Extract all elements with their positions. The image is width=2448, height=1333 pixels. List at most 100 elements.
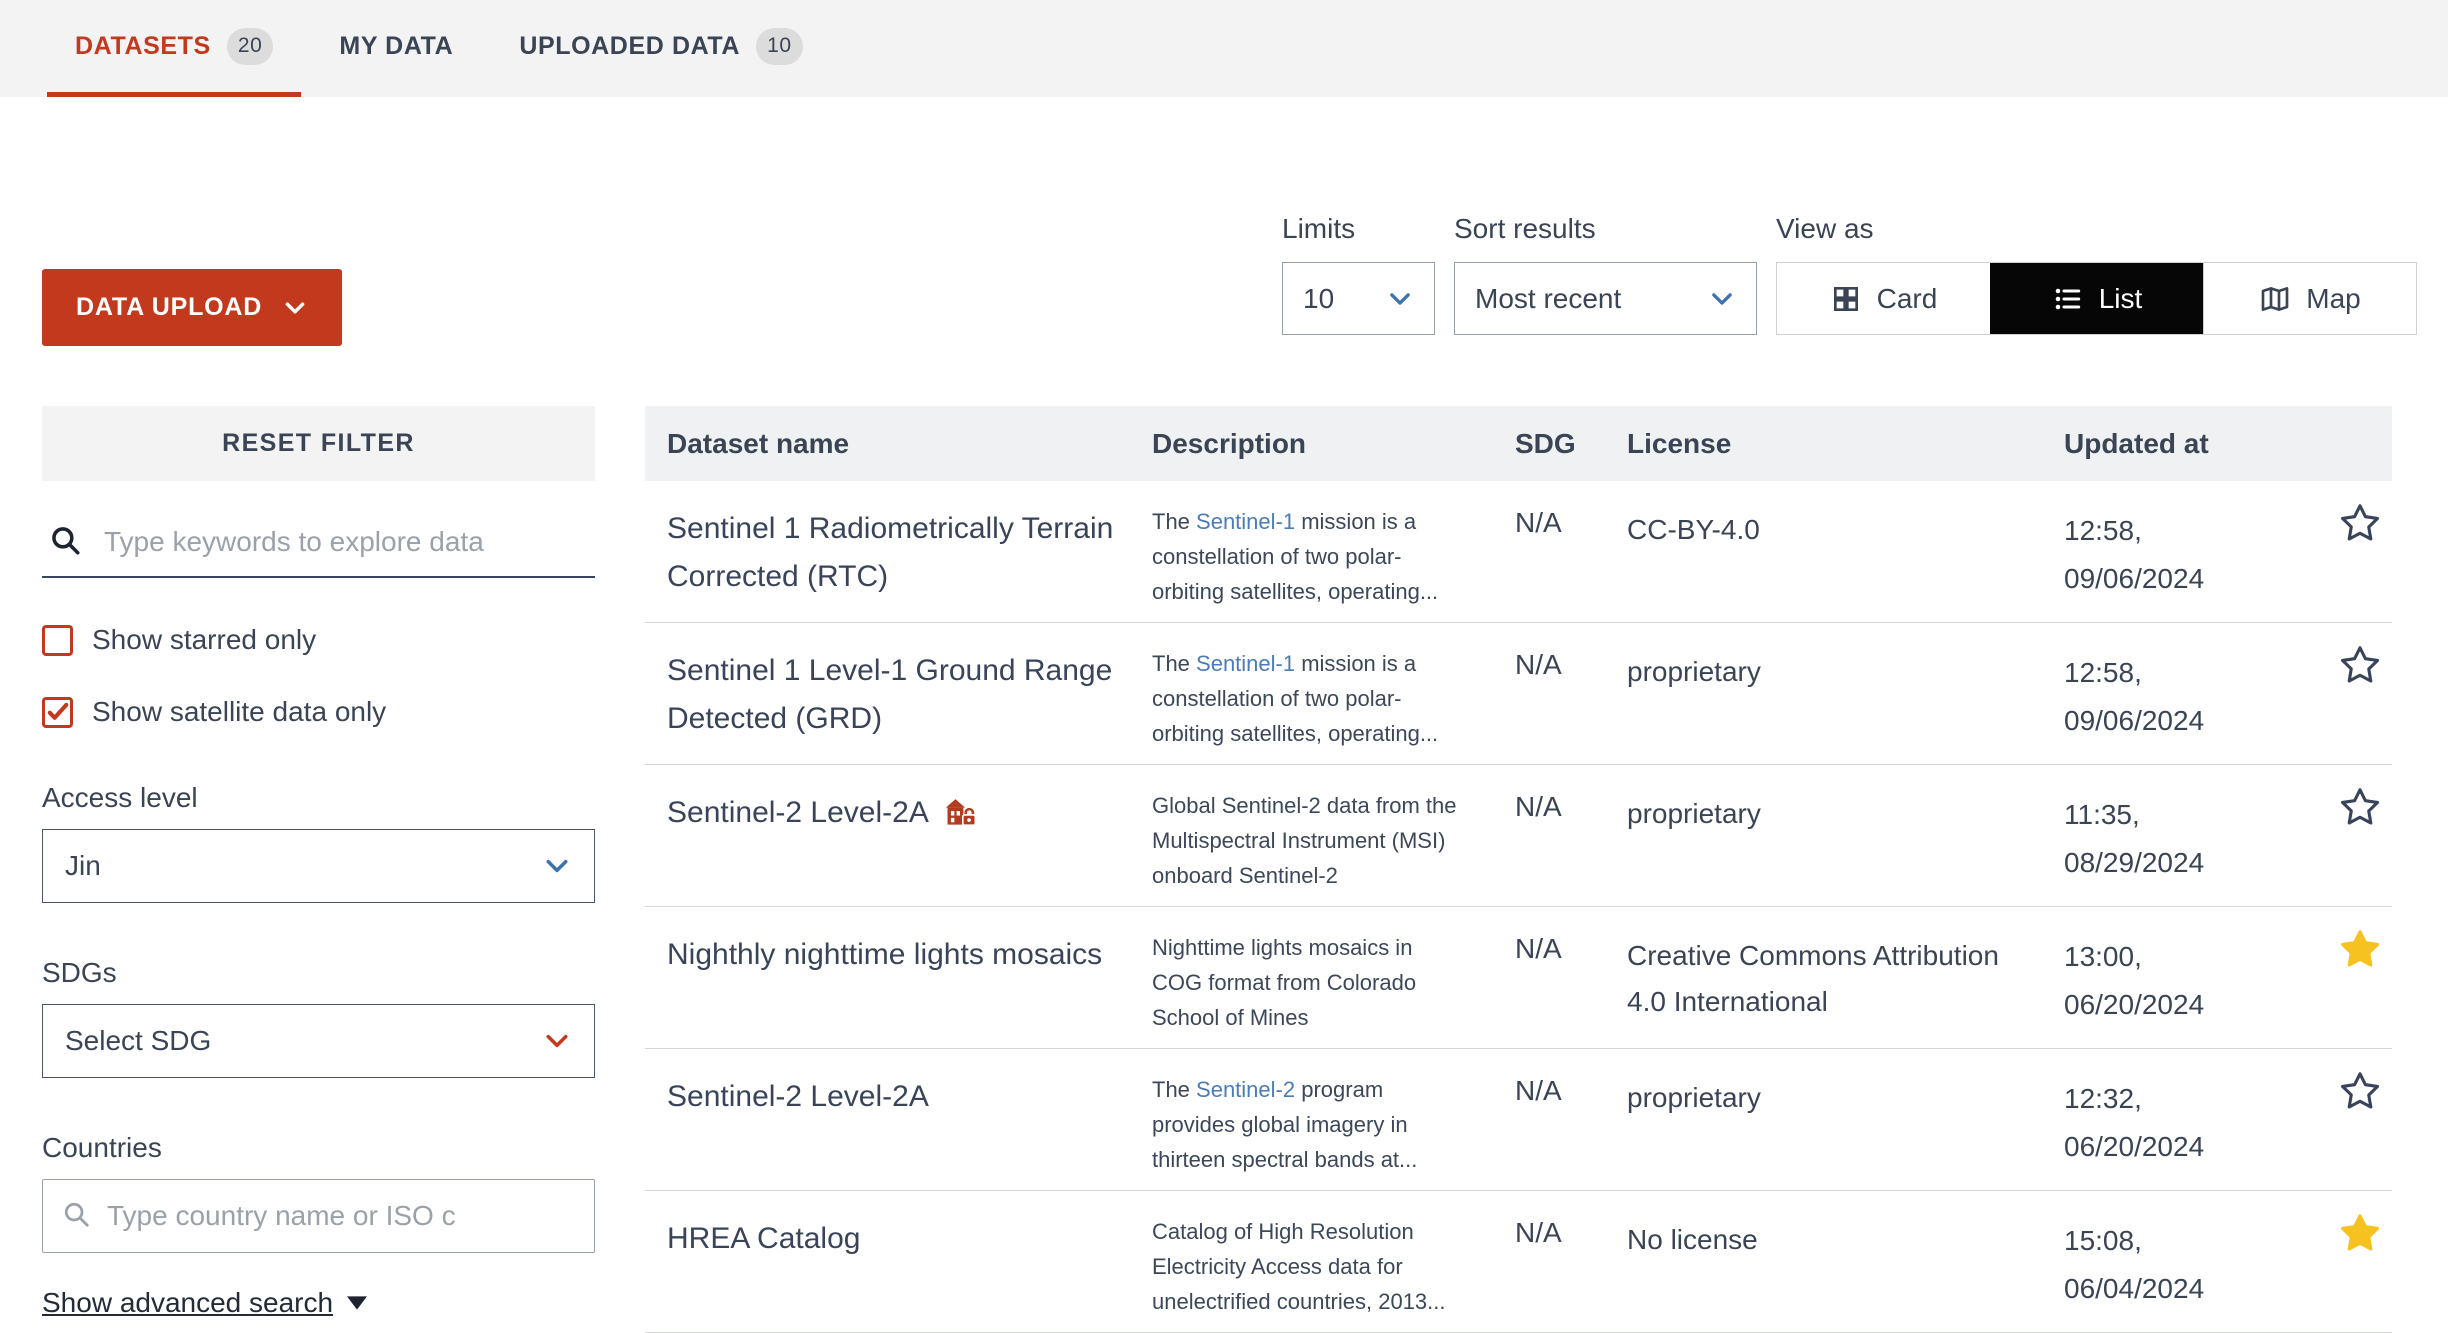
- sdg-select[interactable]: Select SDG: [42, 1004, 595, 1078]
- view-as-label: View as: [1776, 213, 1874, 244]
- table-header: Dataset name Description SDG License Upd…: [645, 406, 2392, 481]
- updated-at: 12:58, 09/06/2024: [2064, 657, 2205, 736]
- chevron-down-icon: [1386, 285, 1414, 313]
- col-license: License: [1627, 427, 1732, 459]
- dataset-description: Nighttime lights mosaics in COG format f…: [1152, 935, 1417, 1030]
- col-description: Description: [1152, 427, 1307, 459]
- star-button[interactable]: [2327, 765, 2392, 906]
- dataset-name-text: Sentinel-2 Level-2A: [667, 796, 929, 829]
- limits-value: 10: [1303, 282, 1335, 314]
- dataset-description: Catalog of High Resolution Electricity A…: [1152, 1219, 1446, 1314]
- checkbox-icon: [42, 696, 73, 728]
- dataset-description: Global Sentinel-2 data from the Multispe…: [1152, 793, 1457, 888]
- show-satellite-checkbox[interactable]: Show satellite data only: [42, 696, 595, 728]
- tab-datasets-label: DATASETS: [75, 31, 211, 60]
- results-toolbar: Limits 10 Sort results Most recent View …: [1282, 213, 2417, 335]
- show-satellite-label: Show satellite data only: [92, 696, 387, 727]
- view-card-button[interactable]: Card: [1777, 263, 1990, 334]
- star-button[interactable]: [2327, 1049, 2392, 1190]
- sdg-value: N/A: [1515, 933, 1562, 964]
- dataset-name[interactable]: Nighthly nighttime lights mosaics: [645, 907, 1152, 1048]
- limits-label: Limits: [1282, 213, 1356, 244]
- updated-at: 13:00, 06/20/2024: [2064, 941, 2205, 1020]
- star-button[interactable]: [2327, 623, 2392, 764]
- table-row: Sentinel-2 Level-2A Global Sentinel-2 da…: [645, 765, 2392, 907]
- sort-control: Sort results Most recent: [1454, 213, 1757, 335]
- sdg-value: N/A: [1515, 1075, 1562, 1106]
- sort-select[interactable]: Most recent: [1454, 262, 1757, 335]
- show-starred-label: Show starred only: [92, 624, 317, 655]
- country-search-input[interactable]: [107, 1200, 576, 1232]
- license-value: CC-BY-4.0: [1627, 514, 1760, 545]
- license-value: proprietary: [1627, 1082, 1761, 1113]
- restricted-icon: [943, 794, 977, 843]
- table-row: HREA Catalog Catalog of High Resolution …: [645, 1191, 2392, 1333]
- country-search-field: [42, 1179, 595, 1253]
- sort-value: Most recent: [1475, 282, 1622, 314]
- dataset-name-text: Sentinel 1 Radiometrically Terrain Corre…: [667, 512, 1114, 593]
- keyword-search-field: [42, 508, 595, 578]
- tab-uploaded-data[interactable]: UPLOADED DATA 10: [491, 0, 830, 97]
- dataset-name[interactable]: Sentinel-2 Level-2A: [645, 765, 1152, 906]
- sdgs-label: SDGs: [42, 957, 117, 988]
- table-row: Sentinel 1 Radiometrically Terrain Corre…: [645, 481, 2392, 623]
- dataset-description: The Sentinel-2 program provides global i…: [1152, 1077, 1418, 1172]
- tab-uploaded-data-badge: 10: [756, 27, 803, 65]
- col-updated-at: Updated at: [2064, 427, 2209, 459]
- dataset-name-text: HREA Catalog: [667, 1222, 861, 1255]
- view-card-label: Card: [1876, 282, 1938, 314]
- table-row: Nighthly nighttime lights mosaics Nightt…: [645, 907, 2392, 1049]
- star-icon: [2340, 1072, 2379, 1109]
- chevron-down-icon: [542, 851, 572, 881]
- tab-datasets-badge: 20: [226, 27, 274, 65]
- table-row: Sentinel 1 Level-1 Ground Range Detected…: [645, 623, 2392, 765]
- search-icon: [61, 1199, 91, 1234]
- tab-datasets[interactable]: DATASETS 20: [47, 0, 302, 97]
- show-starred-checkbox[interactable]: Show starred only: [42, 624, 595, 656]
- dataset-name[interactable]: Sentinel 1 Radiometrically Terrain Corre…: [645, 481, 1152, 622]
- keyword-search-input[interactable]: [104, 526, 589, 558]
- description-link[interactable]: Sentinel-1: [1196, 509, 1295, 534]
- dataset-name[interactable]: Sentinel-2 Level-2A: [645, 1049, 1152, 1190]
- access-level-value: Jin: [65, 850, 101, 881]
- star-button[interactable]: [2327, 907, 2392, 1048]
- top-tab-bar: DATASETS 20 MY DATA UPLOADED DATA 10: [0, 0, 2448, 97]
- reset-filter-button[interactable]: RESET FILTER: [42, 406, 595, 481]
- col-sdg: SDG: [1515, 427, 1576, 459]
- description-link[interactable]: Sentinel-1: [1196, 651, 1295, 676]
- table-row: Sentinel-2 Level-2A The Sentinel-2 progr…: [645, 1049, 2392, 1191]
- dataset-name-text: Nighthly nighttime lights mosaics: [667, 938, 1103, 971]
- star-button[interactable]: [2327, 481, 2392, 622]
- access-level-label: Access level: [42, 782, 198, 813]
- chevron-down-icon: [542, 1026, 572, 1056]
- star-button[interactable]: [2327, 1191, 2392, 1332]
- dataset-name[interactable]: HREA Catalog: [645, 1191, 1152, 1332]
- grid-icon: [1833, 286, 1858, 311]
- dataset-description: The Sentinel-1 mission is a constellatio…: [1152, 651, 1439, 746]
- datasets-table: Dataset name Description SDG License Upd…: [645, 406, 2392, 1333]
- star-icon: [2340, 930, 2379, 967]
- data-upload-button[interactable]: DATA UPLOAD: [42, 269, 343, 346]
- view-list-label: List: [2098, 282, 2143, 314]
- dataset-name-text: Sentinel 1 Level-1 Ground Range Detected…: [667, 654, 1113, 735]
- view-list-button[interactable]: List: [1990, 263, 2203, 334]
- dataset-name-text: Sentinel-2 Level-2A: [667, 1080, 929, 1113]
- checkbox-icon: [42, 624, 73, 656]
- tab-my-data[interactable]: MY DATA: [311, 0, 481, 97]
- dataset-name[interactable]: Sentinel 1 Level-1 Ground Range Detected…: [645, 623, 1152, 764]
- updated-at: 12:32, 06/20/2024: [2064, 1083, 2205, 1162]
- view-toggle-group: Card List Map: [1776, 262, 2417, 335]
- license-value: proprietary: [1627, 798, 1761, 829]
- access-level-select[interactable]: Jin: [42, 829, 595, 903]
- view-map-button[interactable]: Map: [2203, 263, 2416, 334]
- description-link[interactable]: Sentinel-2: [1196, 1077, 1295, 1102]
- star-icon: [2340, 788, 2379, 825]
- data-upload-label: DATA UPLOAD: [76, 293, 263, 321]
- sdg-select-value: Select SDG: [65, 1025, 212, 1056]
- updated-at: 12:58, 09/06/2024: [2064, 515, 2205, 594]
- dataset-description: The Sentinel-1 mission is a constellatio…: [1152, 509, 1439, 604]
- show-advanced-search-link[interactable]: Show advanced search: [42, 1287, 595, 1319]
- list-icon: [2055, 288, 2080, 309]
- sdg-value: N/A: [1515, 1217, 1562, 1248]
- limits-select[interactable]: 10: [1282, 262, 1435, 335]
